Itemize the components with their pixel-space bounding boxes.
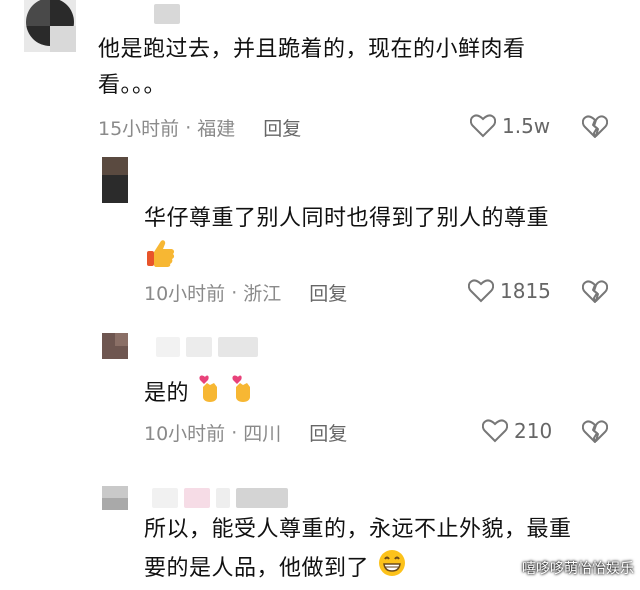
like-button[interactable]: 1.5w [470, 114, 550, 138]
reply-button[interactable]: 回复 [309, 419, 347, 446]
username[interactable] [156, 337, 258, 357]
separator: · [231, 421, 238, 444]
username-blur [184, 488, 210, 508]
avatar-image [102, 486, 128, 510]
timestamp: 10小时前 [144, 283, 226, 305]
comment-text: 他是跑过去，并且跪着的，现在的小鲜肉看 看。。。 [98, 32, 618, 104]
heart-icon [470, 114, 496, 138]
username-blur [218, 337, 258, 357]
avatar[interactable] [102, 333, 128, 359]
finger-heart-emoji [230, 373, 256, 415]
broken-heart-icon [581, 115, 609, 138]
avatar[interactable] [102, 157, 128, 203]
comment-text-span: 要的是人品，他做到了 [144, 556, 370, 581]
comment-text: 华仔尊重了别人同时也得到了别人的尊重 [144, 201, 624, 281]
comment-meta: 10小时前 · 四川 回复 [144, 419, 347, 446]
heart-icon [468, 279, 494, 303]
avatar[interactable] [102, 486, 128, 510]
like-button[interactable]: 210 [482, 419, 552, 443]
comment-text-line: 华仔尊重了别人同时也得到了别人的尊重 [144, 206, 550, 231]
username-blur [216, 488, 230, 508]
separator: · [185, 116, 192, 139]
reply-button[interactable]: 回复 [263, 114, 301, 141]
dislike-button[interactable] [581, 280, 609, 308]
dislike-button[interactable] [581, 420, 609, 448]
timestamp: 10小时前 [144, 423, 226, 445]
watermark: 嘻哆哆萌怡怡娱乐 [522, 561, 634, 577]
username[interactable] [152, 488, 288, 508]
timestamp: 15小时前 [98, 118, 180, 140]
location: 四川 [243, 423, 282, 445]
thumbs-up-emoji [144, 237, 176, 281]
avatar-image [24, 0, 76, 52]
like-count: 1815 [500, 279, 551, 303]
comment-meta: 15小时前 · 福建 回复 [98, 114, 301, 141]
username-blur [186, 337, 212, 357]
heart-icon [482, 419, 508, 443]
username[interactable] [154, 4, 180, 24]
like-count: 210 [514, 419, 553, 443]
like-button[interactable]: 1815 [468, 279, 551, 303]
comment-text-line: 看。。。 [98, 73, 167, 98]
broken-heart-icon [581, 280, 609, 303]
avatar[interactable] [24, 0, 76, 52]
username-blur [152, 488, 178, 508]
username-blur [154, 4, 180, 24]
emoji-line [144, 237, 624, 281]
comment-meta: 10小时前 · 浙江 回复 [144, 279, 347, 306]
separator: · [231, 281, 238, 304]
avatar-image [102, 333, 128, 359]
comment-text-line: 所以，能受人尊重的，永远不止外貌，最重 [144, 517, 572, 542]
location: 福建 [197, 118, 236, 140]
username-blur [156, 337, 180, 357]
comment-text: 所以，能受人尊重的，永远不止外貌，最重 要的是人品，他做到了 [144, 512, 634, 590]
location: 浙江 [243, 283, 282, 305]
dislike-button[interactable] [581, 115, 609, 143]
reply-button[interactable]: 回复 [309, 279, 347, 306]
username-blur [236, 488, 288, 508]
avatar-image [102, 157, 128, 203]
broken-heart-icon [581, 420, 609, 443]
comment-text: 是的 [144, 373, 624, 415]
like-count: 1.5w [502, 114, 551, 138]
finger-heart-emoji [197, 373, 223, 415]
comment-text-line: 是的 [144, 381, 190, 406]
comment-text-line: 他是跑过去，并且跪着的，现在的小鲜肉看 [98, 37, 526, 62]
